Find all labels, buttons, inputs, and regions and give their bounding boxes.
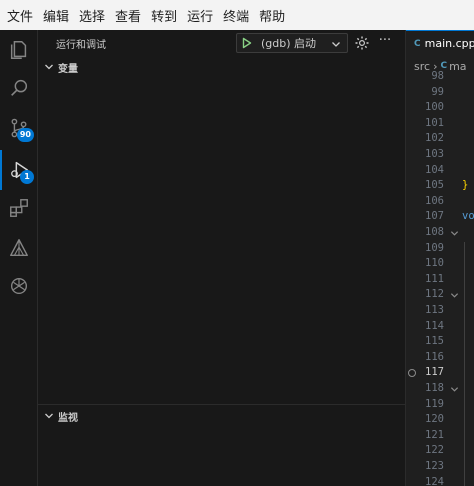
chevron-down-icon[interactable] bbox=[329, 37, 343, 51]
activity-bar: 90 1 bbox=[0, 30, 38, 486]
run-debug-sidebar: 运行和调试 (gdb) 启动 ··· 变量 监视 bbox=[38, 30, 406, 486]
line-number: 120 bbox=[425, 413, 444, 426]
line-number: 101 bbox=[425, 116, 444, 129]
source-control-badge: 90 bbox=[16, 128, 34, 142]
line-number: 112 bbox=[425, 288, 444, 301]
section-divider bbox=[38, 404, 406, 405]
line-number: 116 bbox=[425, 350, 444, 363]
line-number: 103 bbox=[425, 148, 444, 160]
code-line[interactable]: 101 bbox=[406, 117, 474, 133]
line-number: 113 bbox=[425, 304, 444, 316]
code-line[interactable]: 103 bbox=[406, 148, 474, 164]
activity-chat[interactable] bbox=[0, 266, 38, 306]
code-line[interactable]: 100 bbox=[406, 101, 474, 117]
menu-help[interactable]: 帮助 bbox=[256, 6, 288, 25]
line-number: 124 bbox=[425, 475, 444, 486]
line-number: 108 bbox=[425, 226, 444, 238]
code-line[interactable]: 104 bbox=[406, 164, 474, 180]
line-number: 115 bbox=[425, 335, 444, 348]
code-line[interactable]: 105} bbox=[406, 179, 474, 195]
line-number: 107 bbox=[425, 210, 444, 223]
editor-area: C main.cpp src › C ma 98 99 100 101 102 103 10… bbox=[406, 30, 474, 486]
line-number: 98 bbox=[431, 70, 444, 82]
tab-main-cpp[interactable]: C main.cpp bbox=[406, 30, 474, 56]
tab-label: main.cpp bbox=[424, 37, 474, 50]
variables-section-header[interactable]: 变量 bbox=[38, 57, 406, 77]
ai-flower-icon bbox=[10, 277, 28, 295]
gear-icon[interactable] bbox=[354, 35, 370, 51]
launch-config-select[interactable]: (gdb) 启动 bbox=[236, 33, 348, 53]
activity-extensions[interactable] bbox=[0, 188, 38, 228]
line-number: 123 bbox=[425, 460, 444, 472]
extensions-icon bbox=[10, 199, 28, 217]
line-number: 109 bbox=[425, 241, 444, 254]
files-icon bbox=[10, 41, 27, 59]
line-number: 118 bbox=[425, 382, 444, 394]
fold-chevron-icon[interactable] bbox=[450, 291, 459, 300]
menu-edit[interactable]: 编辑 bbox=[40, 6, 72, 25]
menu-selection[interactable]: 选择 bbox=[76, 6, 108, 25]
line-number: 99 bbox=[431, 85, 444, 98]
fold-chevron-icon[interactable] bbox=[450, 229, 459, 238]
breakpoint-hint-icon[interactable] bbox=[408, 369, 416, 378]
activity-run-debug[interactable]: 1 bbox=[0, 150, 38, 190]
line-number: 117 bbox=[425, 366, 444, 379]
menu-bar: 文件 编辑 选择 查看 转到 运行 终端 帮助 bbox=[0, 0, 474, 30]
menu-terminal[interactable]: 终端 bbox=[220, 6, 252, 25]
line-number: 121 bbox=[425, 428, 444, 441]
line-number: 111 bbox=[425, 272, 444, 285]
launch-config-label: (gdb) 启动 bbox=[261, 37, 317, 50]
menu-view[interactable]: 查看 bbox=[112, 6, 144, 25]
cpp-file-icon: C bbox=[414, 38, 421, 49]
chevron-down-icon bbox=[45, 413, 53, 419]
sidebar-header: 运行和调试 (gdb) 启动 ··· bbox=[38, 30, 406, 56]
sidebar-title: 运行和调试 bbox=[56, 40, 106, 51]
code-line[interactable]: 108 bbox=[406, 226, 474, 242]
menu-go[interactable]: 转到 bbox=[148, 6, 180, 25]
line-number: 100 bbox=[425, 101, 444, 114]
line-number: 104 bbox=[425, 163, 444, 176]
line-number: 110 bbox=[425, 257, 444, 270]
fold-chevron-icon[interactable] bbox=[450, 385, 459, 394]
activity-source-control[interactable]: 90 bbox=[0, 108, 38, 148]
line-number: 122 bbox=[425, 444, 444, 457]
code-text: vo bbox=[462, 210, 474, 223]
tab-bar: C main.cpp bbox=[406, 30, 474, 56]
line-number: 105 bbox=[425, 179, 444, 192]
activity-explorer[interactable] bbox=[0, 30, 38, 70]
start-debug-button[interactable] bbox=[237, 37, 257, 49]
search-icon bbox=[11, 79, 28, 96]
menu-file[interactable]: 文件 bbox=[4, 6, 36, 25]
run-debug-badge: 1 bbox=[20, 170, 34, 184]
code-line[interactable]: 106 bbox=[406, 195, 474, 211]
activity-search[interactable] bbox=[0, 68, 38, 108]
code-line[interactable]: 98 bbox=[406, 70, 474, 86]
code-text: } bbox=[462, 179, 469, 192]
line-number: 114 bbox=[425, 319, 444, 332]
watch-section-title: 监视 bbox=[58, 412, 78, 424]
variables-section-title: 变量 bbox=[58, 63, 78, 75]
menu-run[interactable]: 运行 bbox=[184, 6, 216, 25]
more-actions-button[interactable]: ··· bbox=[375, 33, 395, 51]
activity-remote[interactable] bbox=[0, 228, 38, 268]
line-number: 119 bbox=[425, 397, 444, 410]
play-icon bbox=[242, 37, 252, 49]
code-line[interactable]: 99 bbox=[406, 86, 474, 102]
watch-section-header[interactable]: 监视 bbox=[38, 406, 406, 426]
code-line[interactable]: 102 bbox=[406, 132, 474, 148]
indent-guide bbox=[464, 241, 465, 486]
line-number: 106 bbox=[425, 194, 444, 207]
chevron-down-icon bbox=[45, 64, 53, 70]
line-number: 102 bbox=[425, 132, 444, 145]
triangle-icon bbox=[10, 239, 28, 257]
code-line[interactable]: 107 vo bbox=[406, 210, 474, 226]
